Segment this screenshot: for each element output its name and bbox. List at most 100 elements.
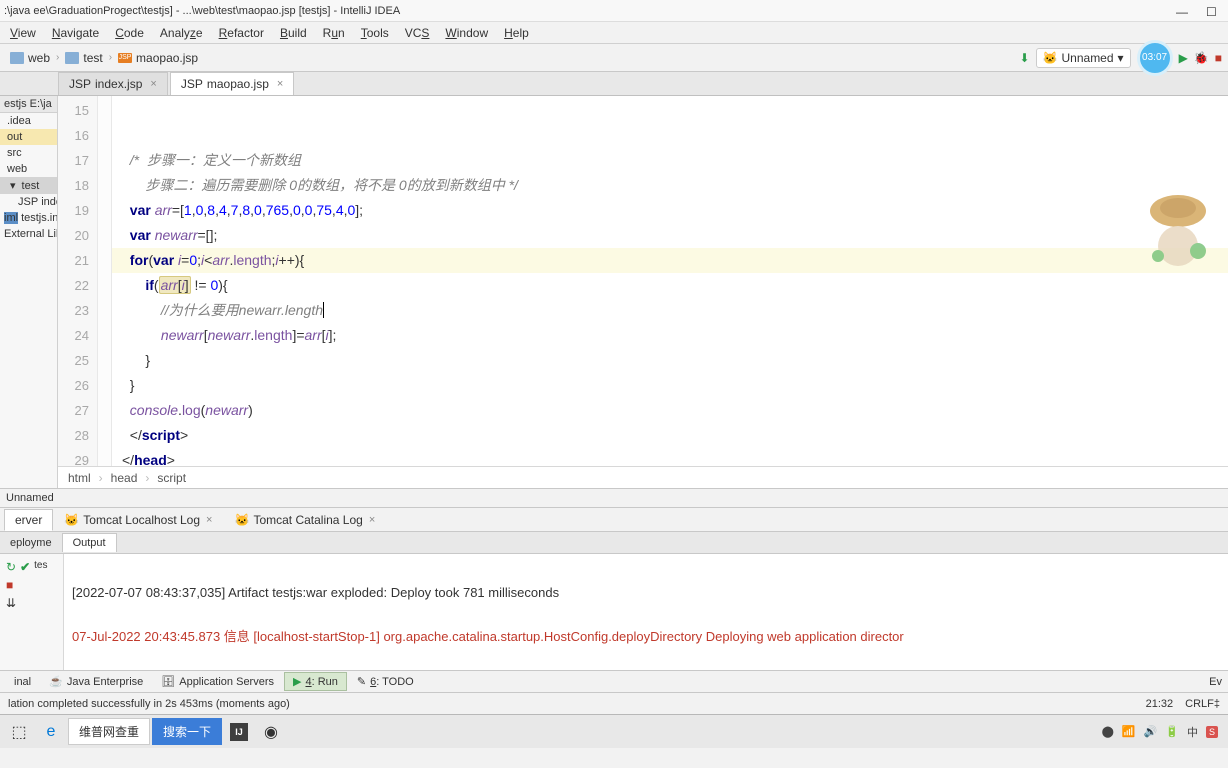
window-title: :\java ee\GraduationProgect\testjs] - ..… <box>4 5 1176 17</box>
crumb-head[interactable]: head <box>111 471 138 485</box>
crumb-file[interactable]: JSPmaopao.jsp <box>114 49 202 67</box>
network-icon[interactable]: 📶 <box>1122 725 1136 738</box>
jsp-icon: JSP <box>118 53 132 63</box>
line-gutter: 151617 181920 212223 242526 272829 <box>58 96 98 466</box>
jsp-icon: JSP <box>181 77 203 91</box>
menu-tools[interactable]: Tools <box>355 24 395 42</box>
menu-code[interactable]: Code <box>109 24 150 42</box>
edge-icon[interactable]: e <box>36 718 66 746</box>
tree-web[interactable]: web <box>0 161 57 177</box>
run-sub-tabs: eployme Output <box>0 532 1228 554</box>
menu-run[interactable]: Run <box>317 24 351 42</box>
console-toolbar: ↻✔tes ■ ⇊ <box>0 554 64 670</box>
menu-navigate[interactable]: Navigate <box>46 24 105 42</box>
stop-icon[interactable]: ■ <box>6 578 13 592</box>
cursor-position[interactable]: 21:32 <box>1146 698 1174 710</box>
menu-build[interactable]: Build <box>274 24 313 42</box>
external-libraries[interactable]: External Lib <box>0 226 57 242</box>
console-output[interactable]: [2022-07-07 08:43:37,035] Artifact testj… <box>64 554 1228 670</box>
close-icon[interactable]: × <box>369 514 375 526</box>
close-icon[interactable]: × <box>206 514 212 526</box>
stop-icon[interactable]: ■ <box>1215 51 1222 65</box>
down-icon[interactable]: ⇊ <box>6 596 16 610</box>
clock-badge: 03:07 <box>1137 40 1173 76</box>
log-line: 07-Jul-2022 20:43:45.873 信息 [localhost-s… <box>72 626 1220 648</box>
chrome-icon[interactable]: ◉ <box>256 718 286 746</box>
tree-testjs-iml[interactable]: imltestjs.in <box>0 210 57 226</box>
taskbar-search-btn[interactable]: 搜索一下 <box>152 718 222 745</box>
status-bar: lation completed successfully in 2s 453m… <box>0 692 1228 714</box>
chevron-down-icon: ▾ <box>10 179 16 192</box>
debug-icon[interactable]: 🐞 <box>1194 51 1209 65</box>
intellij-icon[interactable]: IJ <box>224 718 254 746</box>
crumb-script[interactable]: script <box>157 471 186 485</box>
taskbar-weipu[interactable]: 维普网查重 <box>68 718 150 745</box>
system-tray[interactable]: ⬤ 📶 🔊 🔋 中 S <box>1102 724 1224 740</box>
chevron-down-icon: ▾ <box>1118 51 1124 65</box>
tree-idea[interactable]: .idea <box>0 113 57 129</box>
close-icon[interactable]: × <box>277 78 283 90</box>
console-panel: ↻✔tes ■ ⇊ [2022-07-07 08:43:37,035] Arti… <box>0 554 1228 670</box>
line-separator[interactable]: CRLF‡ <box>1185 698 1220 710</box>
todo-icon: ✎ <box>357 675 366 688</box>
sub-output[interactable]: Output <box>62 533 117 552</box>
crumb-test[interactable]: test <box>61 49 106 67</box>
menu-help[interactable]: Help <box>498 24 535 42</box>
fold-column[interactable] <box>98 96 112 466</box>
bottom-tool-strip: inal ☕Java Enterprise 🗄Application Serve… <box>0 670 1228 692</box>
tool-terminal[interactable]: inal <box>6 674 39 690</box>
run-icon[interactable]: ▶ <box>1179 51 1188 65</box>
folder-icon <box>10 52 24 64</box>
tray-icon[interactable]: ⬤ <box>1102 725 1114 738</box>
ime-icon[interactable]: 中 <box>1187 724 1198 740</box>
tool-app-servers[interactable]: 🗄Application Servers <box>153 673 282 690</box>
sub-deployment[interactable]: eployme <box>0 534 62 552</box>
crumb-web[interactable]: web <box>6 49 54 67</box>
tab-maopao-jsp[interactable]: JSP maopao.jsp × <box>170 72 295 95</box>
run-panel-tabs: erver 🐱Tomcat Localhost Log× 🐱Tomcat Cat… <box>0 508 1228 532</box>
menu-refactor[interactable]: Refactor <box>213 24 270 42</box>
code-editor[interactable]: 151617 181920 212223 242526 272829 /* 步骤… <box>58 96 1228 488</box>
build-icon[interactable]: ⬇ <box>1019 51 1029 65</box>
run-config-selector[interactable]: 🐱 Unnamed ▾ <box>1036 48 1131 68</box>
code-area[interactable]: /* 步骤一：定义一个新数组 步骤二：遍历需要删除 0的数组，将不是 0的放到新… <box>112 96 1228 466</box>
tool-run[interactable]: ▶4: Run <box>284 672 347 691</box>
menu-view[interactable]: View <box>4 24 42 42</box>
chevron-right-icon: › <box>145 471 149 485</box>
minimize-icon[interactable]: — <box>1176 5 1188 17</box>
tab-index-jsp[interactable]: JSP index.jsp × <box>58 72 168 95</box>
log-line: [2022-07-07 08:43:37,035] Artifact testj… <box>72 582 1220 604</box>
menu-analyze[interactable]: Analyze <box>154 24 209 42</box>
file-icon: iml <box>4 212 18 224</box>
crumb-html[interactable]: html <box>68 471 91 485</box>
tree-test[interactable]: ▾test <box>0 177 57 194</box>
tomcat-icon: 🐱 <box>1043 51 1058 65</box>
window-titlebar: :\java ee\GraduationProgect\testjs] - ..… <box>0 0 1228 22</box>
taskbar-app-icon[interactable]: ⬚ <box>4 718 34 746</box>
chevron-right-icon: › <box>56 52 59 63</box>
volume-icon[interactable]: 🔊 <box>1144 725 1158 738</box>
tool-java-enterprise[interactable]: ☕Java Enterprise <box>41 673 151 690</box>
tomcat-icon: 🐱 <box>234 513 249 527</box>
run-tab-localhost-log[interactable]: 🐱Tomcat Localhost Log× <box>53 509 223 531</box>
editor-tabs: JSP index.jsp × JSP maopao.jsp × <box>0 72 1228 96</box>
jsp-icon: JSP <box>18 196 38 208</box>
rerun-icon[interactable]: ↻ <box>6 560 16 574</box>
project-root[interactable]: estjs E:\ja <box>0 96 57 113</box>
chevron-right-icon: › <box>99 471 103 485</box>
menu-window[interactable]: Window <box>439 24 494 42</box>
run-tab-server[interactable]: erver <box>4 509 53 531</box>
project-sidebar[interactable]: estjs E:\ja .idea out src web ▾test JSPi… <box>0 96 58 488</box>
tree-out[interactable]: out <box>0 129 57 145</box>
tomcat-icon: 🐱 <box>64 513 79 527</box>
menu-vcs[interactable]: VCS <box>399 24 436 42</box>
tool-todo[interactable]: ✎6: TODO <box>349 673 422 690</box>
maximize-icon[interactable]: ☐ <box>1206 5 1218 17</box>
battery-icon[interactable]: 🔋 <box>1165 725 1179 738</box>
tree-index-jsp[interactable]: JSPinde <box>0 194 57 210</box>
tree-src[interactable]: src <box>0 145 57 161</box>
close-icon[interactable]: × <box>150 78 156 90</box>
sogou-icon[interactable]: S <box>1206 726 1218 738</box>
run-tab-catalina-log[interactable]: 🐱Tomcat Catalina Log× <box>223 509 386 531</box>
event-log-link[interactable]: Ev <box>1209 676 1228 688</box>
